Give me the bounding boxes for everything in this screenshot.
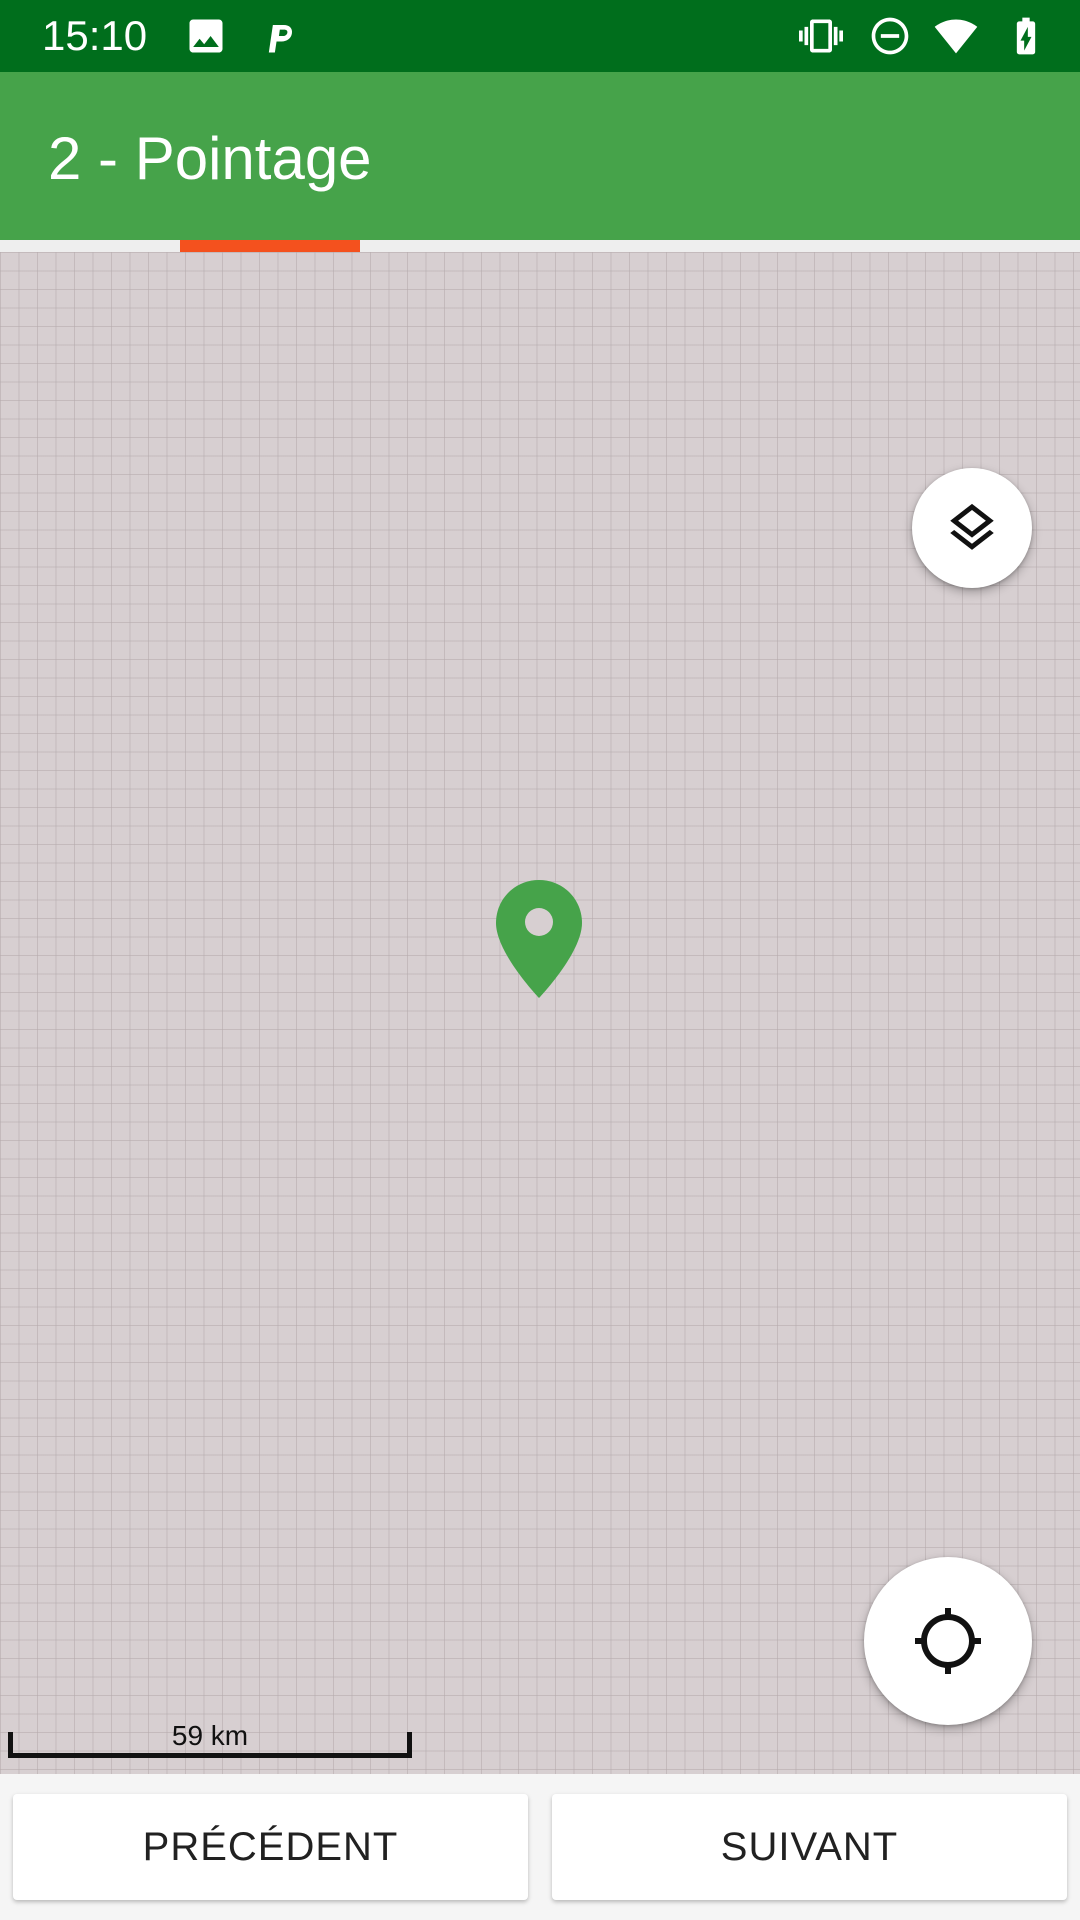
p-app-icon xyxy=(256,14,300,58)
next-button[interactable]: SUIVANT xyxy=(552,1794,1067,1900)
map-scale-label: 59 km xyxy=(171,1720,249,1751)
app-bar: 2 - Pointage xyxy=(0,72,1080,240)
step-progress-indicator xyxy=(180,240,360,252)
map-view[interactable]: 59 km xyxy=(0,252,1080,1774)
vibrate-icon xyxy=(799,14,843,58)
step-progress-track xyxy=(0,240,1080,252)
do-not-disturb-icon xyxy=(868,14,912,58)
wifi-icon xyxy=(934,14,978,58)
status-time: 15:10 xyxy=(42,12,148,59)
battery-charging-icon xyxy=(1004,14,1048,58)
layers-button[interactable] xyxy=(912,468,1032,588)
status-bar: 15:10 xyxy=(0,0,1080,72)
image-icon xyxy=(184,14,228,58)
previous-button[interactable]: PRÉCÉDENT xyxy=(13,1794,528,1900)
map-scale-bar: 59 km xyxy=(8,1720,412,1758)
locate-button[interactable] xyxy=(864,1557,1032,1725)
bottom-navigation: PRÉCÉDENT SUIVANT xyxy=(0,1774,1080,1920)
map-pin-icon[interactable] xyxy=(494,878,584,1000)
page-title: 2 - Pointage xyxy=(48,125,372,192)
layers-icon xyxy=(950,503,994,550)
crosshair-icon xyxy=(915,1608,981,1674)
